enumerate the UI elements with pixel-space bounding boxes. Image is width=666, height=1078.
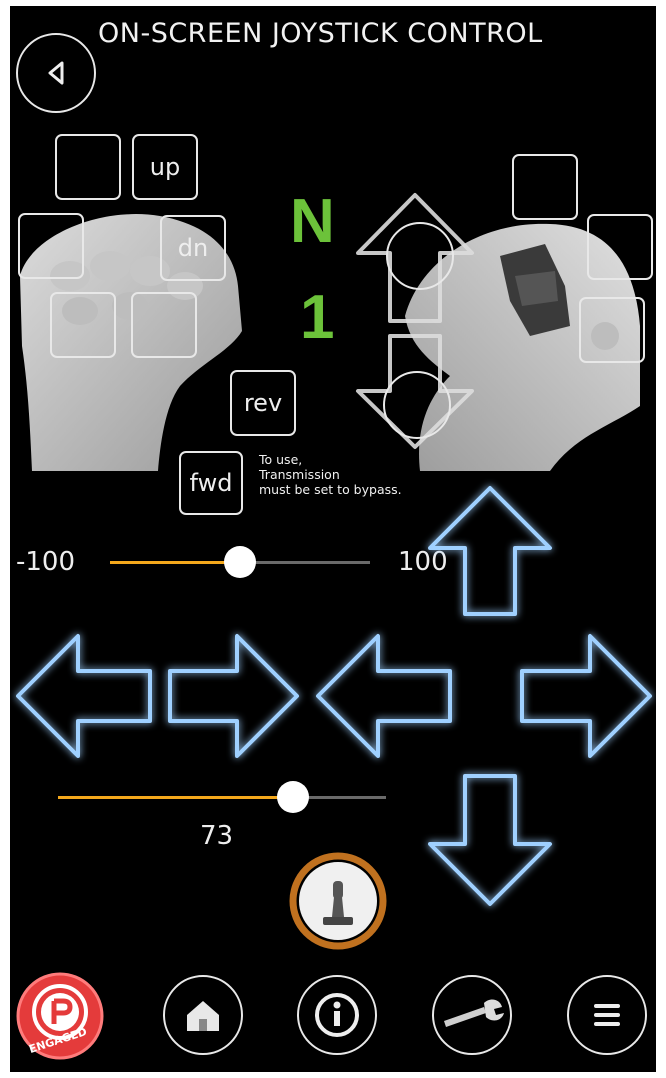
blue-down-arrow-icon <box>428 774 552 906</box>
rev-button[interactable]: rev <box>230 370 296 436</box>
info-icon <box>315 993 359 1037</box>
dn-button[interactable]: dn <box>160 215 226 281</box>
home-icon <box>187 1001 219 1031</box>
menu-button[interactable] <box>567 975 647 1055</box>
back-icon <box>48 61 64 85</box>
wrench-button[interactable] <box>432 975 512 1055</box>
blue-right-arrow-icon-1 <box>168 634 299 758</box>
blue-left-arrow-icon-1 <box>16 634 152 758</box>
shift-down-touch-circle[interactable] <box>383 371 451 439</box>
wrench-icon <box>444 999 504 1027</box>
blue-left-arrow-icon-2 <box>316 634 452 758</box>
gear-indicator: N <box>290 187 335 256</box>
rev-button-label: rev <box>243 389 283 417</box>
up-button-label: up <box>149 153 181 181</box>
home-button[interactable] <box>163 975 243 1055</box>
right-bottom-button[interactable] <box>579 297 645 363</box>
note-line-1: To use, <box>259 452 303 467</box>
page-title: ON-SCREEN JOYSTICK CONTROL <box>98 18 543 49</box>
right-middle-button[interactable] <box>587 214 653 280</box>
joystick-mode-button[interactable] <box>288 851 388 951</box>
dn-button-label: dn <box>177 234 209 262</box>
up-button[interactable]: up <box>132 134 198 200</box>
right-top-button[interactable] <box>512 154 578 220</box>
blue-right-arrow-icon-2 <box>520 634 652 758</box>
gear-number: 1 <box>300 283 335 352</box>
info-button[interactable] <box>297 975 377 1055</box>
left-middle-button[interactable] <box>18 213 84 279</box>
left-top-button[interactable] <box>55 134 121 200</box>
joystick-control-screen: ON-SCREEN JOYSTICK CONTROL up dn rev fwd… <box>10 6 656 1072</box>
left-bottom-button-2[interactable] <box>131 292 197 358</box>
left-bottom-button-1[interactable] <box>50 292 116 358</box>
menu-icon <box>594 1004 620 1026</box>
back-button[interactable] <box>16 33 96 113</box>
joystick-icon <box>289 852 387 950</box>
blue-up-arrow-icon <box>428 486 552 616</box>
parking-brake-button[interactable]: ENGAGED <box>16 972 104 1060</box>
blue-arrows <box>16 486 652 906</box>
shift-up-touch-circle[interactable] <box>386 222 454 290</box>
